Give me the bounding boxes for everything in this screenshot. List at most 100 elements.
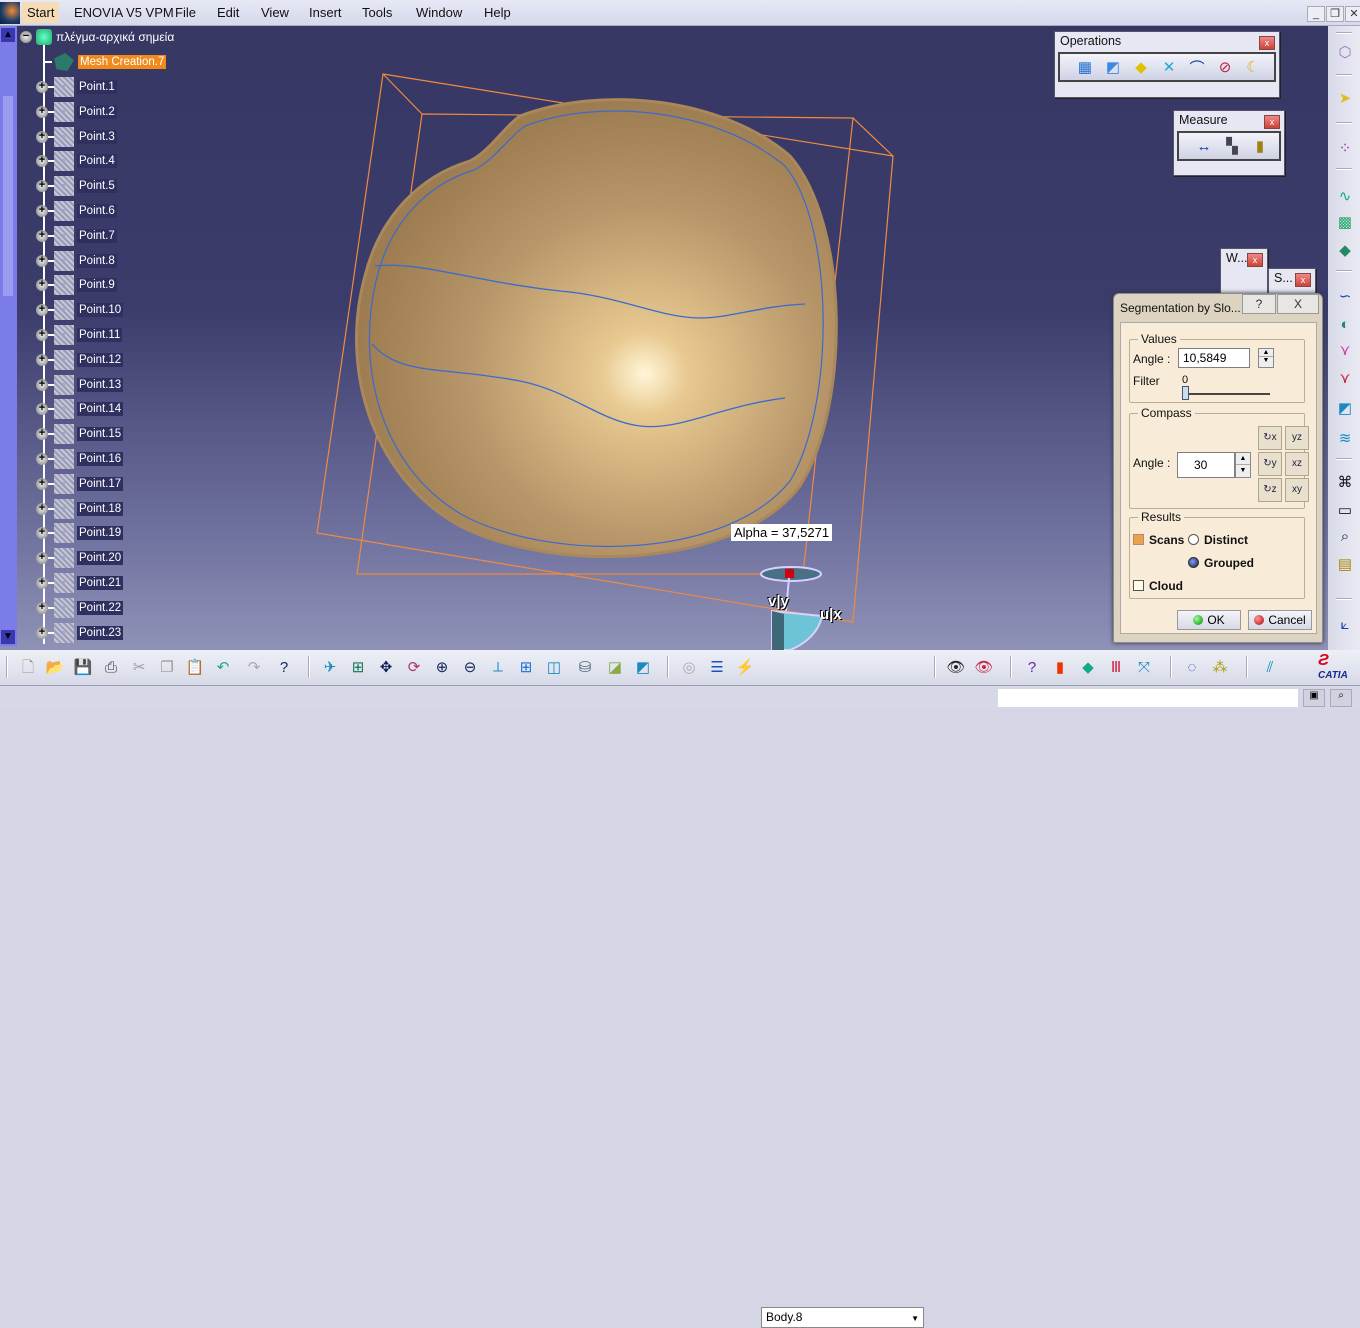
planar-sections-icon[interactable]: ≋ [1334,428,1356,450]
fit-all-icon[interactable]: ⊞ [347,657,369,679]
tree-item-point[interactable]: + Point.15 [36,424,124,445]
curve-on-cloud-icon[interactable]: ∿ [1334,186,1356,208]
close-icon[interactable]: x [1259,36,1275,50]
paste-icon[interactable]: 📋 [184,657,206,679]
cancel-button[interactable]: Cancel [1248,610,1312,630]
new-icon[interactable]: 🗋 [17,657,39,679]
mesh-creation-icon[interactable]: ▩ [1334,212,1356,234]
spec-tree-icon[interactable]: ☰ [706,657,728,679]
measure-between-icon[interactable]: ↔ [1193,135,1215,157]
plane-yz-icon[interactable]: yz [1285,426,1309,450]
menu-window[interactable]: Window [412,4,466,21]
status-search-icon[interactable]: ⌕ [1330,689,1352,707]
planar-section-icon[interactable]: ⋎ [1334,368,1356,390]
distance-analysis-icon[interactable]: ⤧ [1133,657,1155,679]
tree-item-point[interactable]: + Point.17 [36,473,124,494]
tree-item-point[interactable]: + Point.23 [36,622,124,643]
tree-item-point[interactable]: + Point.5 [36,176,117,197]
tree-item-point[interactable]: + Point.22 [36,597,124,618]
tree-root[interactable]: − πλέγμα-αρχικά σημεία [20,28,174,46]
app-logo-icon[interactable] [0,2,20,24]
segment-icon[interactable]: ◩ [1102,56,1124,78]
scroll-down-arrow-icon[interactable]: ▼ [1,630,15,644]
distinct-radio[interactable] [1188,534,1199,545]
tree-item-point[interactable]: + Point.7 [36,225,117,246]
save-icon[interactable]: 💾 [72,657,94,679]
tree-item-point[interactable]: + Point.2 [36,101,117,122]
rotate-x-icon[interactable]: ↻x [1258,426,1282,450]
expand-icon[interactable]: + [36,428,48,441]
tree-item-point[interactable]: + Point.3 [36,126,117,147]
tree-item-point[interactable]: + Point.1 [36,77,117,97]
help-button[interactable]: ? [1242,294,1276,314]
update-icon[interactable]: ◎ [678,657,700,679]
tree-item-point[interactable]: + Point.4 [36,151,117,172]
expand-icon[interactable]: + [36,552,48,565]
expand-icon[interactable]: + [36,477,48,490]
3d-curve-icon[interactable]: ∽ [1334,286,1356,308]
expand-icon[interactable]: + [36,155,48,168]
measure-inertia-icon[interactable]: ▮ [1249,135,1271,157]
curvature-analysis-icon[interactable]: ◆ [1077,657,1099,679]
plane-xz-icon[interactable]: xz [1285,452,1309,476]
expand-icon[interactable]: + [36,378,48,391]
compass-angle-input[interactable]: 30 [1177,452,1235,478]
contour-icon[interactable]: ◌ [1181,657,1203,679]
curve-fill-icon[interactable]: ◆ [1130,56,1152,78]
expand-icon[interactable]: + [36,81,48,93]
tree-item-point[interactable]: + Point.18 [36,498,124,519]
shell-icon[interactable]: ☾ [1242,56,1264,78]
rotate-z-icon[interactable]: ↻z [1258,478,1282,502]
restore-button[interactable]: ❐ [1326,6,1344,22]
menu-tools[interactable]: Tools [358,4,396,21]
projection-icon[interactable]: ⌒ [1186,56,1208,78]
expand-icon[interactable]: + [36,626,48,639]
expand-icon[interactable]: + [36,205,48,217]
close-icon[interactable]: x [1247,253,1263,267]
tree-item-point[interactable]: + Point.8 [36,250,117,271]
expand-icon[interactable]: + [36,403,48,416]
report-icon[interactable]: ▤ [1334,554,1356,576]
tree-item-point[interactable]: + Point.19 [36,523,124,544]
tree-scrollbar[interactable]: ▲ ▼ [0,26,17,646]
expand-icon[interactable]: + [36,601,48,614]
minimize-button[interactable]: _ [1307,6,1325,22]
curve-from-scan-icon[interactable]: ◐ [1334,314,1356,336]
render-style-icon[interactable]: ⛁ [574,657,596,679]
cloud-checkbox[interactable] [1133,580,1144,591]
tree-item-point[interactable]: + Point.12 [36,349,124,370]
close-button[interactable]: ✕ [1345,6,1360,22]
expand-icon[interactable]: + [36,130,48,143]
angle-spinner[interactable]: ▲ ▼ [1258,348,1274,368]
zoom-out-icon[interactable]: ⊖ [459,657,481,679]
print-icon[interactable]: ⎙ [100,657,122,679]
expand-icon[interactable]: + [36,254,48,267]
iso-view-icon[interactable]: ◫ [543,657,565,679]
plane-xy-icon[interactable]: xy [1285,478,1309,502]
filter-slider-thumb[interactable] [1182,386,1189,400]
tree-item-point[interactable]: + Point.21 [36,573,124,593]
hide-icon[interactable]: 👁 [945,657,967,679]
tree-item-point[interactable]: + Point.16 [36,449,124,469]
offset-mesh-icon[interactable]: ◆ [1334,240,1356,262]
redo-icon[interactable]: ↷ [243,657,265,679]
free-edges-icon[interactable]: ◩ [1334,398,1356,420]
fly-mode-icon[interactable]: ✈ [319,657,341,679]
select-arrow-icon[interactable]: ➤ [1334,88,1356,110]
grouped-radio[interactable] [1188,557,1199,568]
expand-icon[interactable]: + [36,304,48,317]
copy-icon[interactable]: ❐ [156,657,178,679]
intersection-icon[interactable]: ✕ [1158,56,1180,78]
control-points-icon[interactable]: ⁂ [1209,657,1231,679]
expand-icon[interactable]: + [36,329,48,341]
rotate-y-icon[interactable]: ↻y [1258,452,1282,476]
angle-input[interactable]: 10,5849 [1178,348,1250,368]
show-icon[interactable]: 👁 [973,657,995,679]
hide-show-icon[interactable]: ◪ [604,657,626,679]
menu-insert[interactable]: Insert [305,4,346,21]
swap-visible-icon[interactable]: ◩ [632,657,654,679]
expand-icon[interactable]: + [36,453,48,465]
dialog-close-button[interactable]: X [1277,294,1319,314]
color-scale-icon[interactable]: ▮ [1049,657,1071,679]
point-cloud-edit-icon[interactable]: ⬡ [1334,42,1356,64]
